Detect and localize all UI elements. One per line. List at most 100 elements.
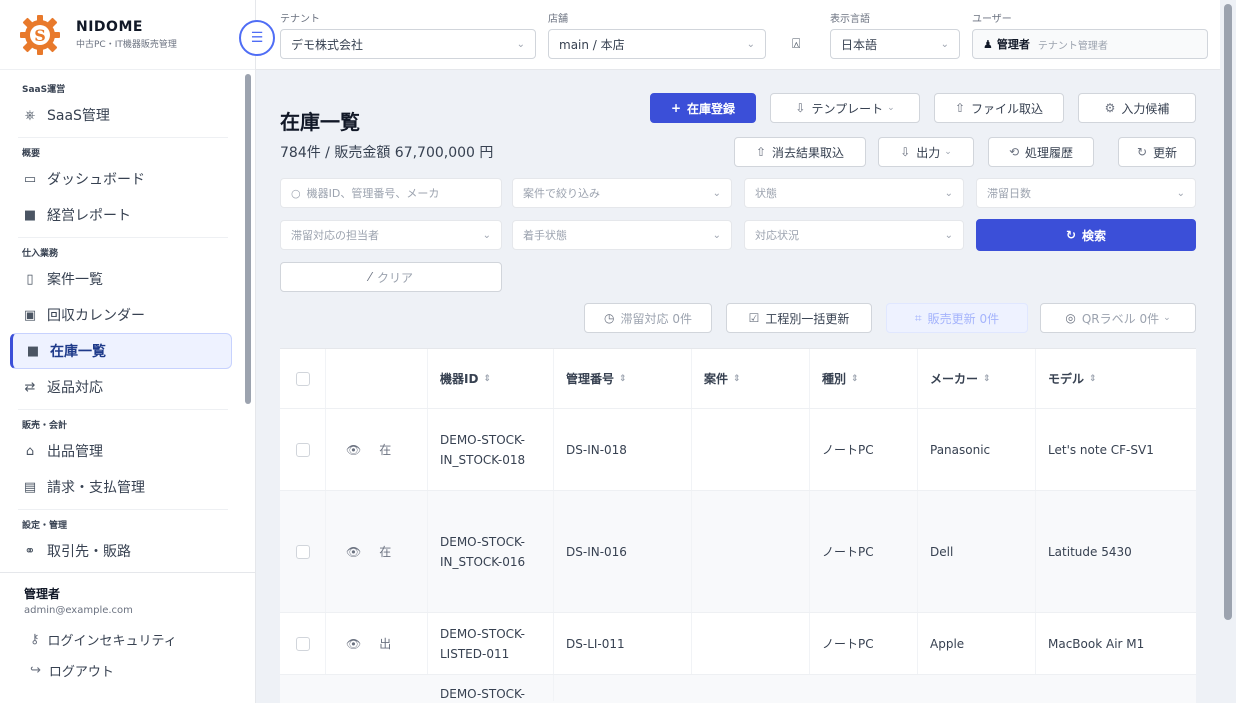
language-label: 表示言語: [830, 14, 870, 25]
nav-section-title: 概要: [22, 149, 41, 159]
column-header[interactable]: モデル ⇕: [1036, 349, 1196, 408]
row-badge[interactable]: 在: [379, 543, 391, 560]
receive-placeholder: 着手状態: [523, 229, 567, 242]
user-name: 管理者: [24, 587, 61, 601]
qr-label-button[interactable]: ◎ QRラベル 0件 ⌄: [1040, 303, 1196, 333]
language-select[interactable]: 日本語 ⌄: [830, 29, 960, 59]
input-history-button[interactable]: ⚙ 入力候補: [1078, 93, 1196, 123]
eye-icon[interactable]: 👁: [346, 637, 361, 651]
eye-icon[interactable]: 👁: [346, 443, 361, 457]
erase-import-button[interactable]: ⇧ 消去結果取込: [734, 137, 866, 167]
row-checkbox[interactable]: [295, 636, 310, 651]
sidebar-item-saas[interactable]: ⎈ SaaS管理: [10, 97, 232, 133]
case-cell: [692, 409, 810, 490]
sidebar-item-dashboard[interactable]: ▭ ダッシュボード: [10, 161, 232, 197]
gear-icon: ⚙: [1104, 101, 1116, 115]
file-import-button[interactable]: ⇧ ファイル取込: [934, 93, 1064, 123]
device-id-line: LISTED-011: [440, 646, 510, 661]
sidebar-item-listing[interactable]: ⌂ 出品管理: [10, 433, 232, 469]
bulk-update-button[interactable]: ☑ 工程別一括更新: [726, 303, 872, 333]
search-icon: ↻: [1065, 228, 1077, 242]
clear-button[interactable]: ⁄ クリア: [280, 262, 502, 292]
sidebar-collapse-button[interactable]: ☰: [239, 20, 275, 56]
sidebar-item-label: 在庫一覧: [50, 344, 106, 360]
language-value: 日本語: [841, 37, 878, 52]
template-label: テンプレート: [811, 101, 884, 116]
status-filter-select[interactable]: 状態 ⌄: [744, 178, 964, 208]
sidebar-item-cases[interactable]: ▯ 案件一覧: [10, 261, 232, 297]
receive-filter-select[interactable]: 着手状態 ⌄: [512, 220, 732, 250]
sidebar: S NIDOME 中古PC・IT機器販売管理 ☰ SaaS運営 ⎈ SaaS管理 …: [0, 0, 275, 703]
search-button[interactable]: ↻ 検索: [976, 219, 1196, 251]
table-row[interactable]: 👁 在 DEMO-STOCK- IN_STOCK-018 DS-IN-018 ノート…: [280, 409, 1196, 491]
tenant-select[interactable]: デモ株式会社 ⌄: [280, 29, 536, 59]
sidebar-scrollbar[interactable]: [245, 74, 251, 404]
chevron-down-icon: ⌄: [482, 229, 491, 241]
pending-button[interactable]: ◷ 滞留対応 0件: [584, 303, 712, 333]
store-select[interactable]: main / 本店 ⌄: [548, 29, 766, 59]
column-header-label: 種別: [822, 372, 847, 386]
eye-icon[interactable]: 👁: [346, 545, 361, 559]
page-scrollbar[interactable]: [1224, 4, 1232, 620]
row-checkbox[interactable]: [295, 442, 310, 457]
monitor-icon: ▭: [23, 171, 37, 187]
add-stock-button[interactable]: + 在庫登録: [650, 93, 756, 123]
select-all-checkbox[interactable]: [295, 371, 310, 386]
response-filter-select[interactable]: 対応状況 ⌄: [744, 220, 964, 250]
user-chip[interactable]: ♟ 管理者 テナント管理者: [972, 29, 1208, 59]
brand: S NIDOME 中古PC・IT機器販売管理 ☰: [0, 0, 275, 70]
login-security-link[interactable]: ⚷ ログインセキュリティ: [24, 630, 255, 649]
days-filter-select[interactable]: 滞留日数 ⌄: [976, 178, 1196, 208]
table-row[interactable]: DEMO-STOCK-: [280, 675, 1196, 703]
calendar-icon: ▣: [23, 307, 37, 323]
row-actions: 👁 在: [326, 491, 428, 612]
logout-link[interactable]: ↪ ログアウト: [24, 661, 255, 680]
handshake-icon: ⚭: [24, 543, 36, 559]
column-header[interactable]: 案件 ⇕: [692, 349, 810, 408]
row-badge[interactable]: 出: [379, 635, 391, 652]
sidebar-item-calendar[interactable]: ▣ 回収カレンダー: [10, 297, 232, 333]
row-select-cell: [280, 409, 326, 490]
table-row[interactable]: 👁 出 DEMO-STOCK- LISTED-011 DS-LI-011 ノートPC…: [280, 613, 1196, 675]
sales-update-button[interactable]: ⌗ 販売更新 0件: [886, 303, 1028, 333]
login-security-label: ログインセキュリティ: [47, 634, 177, 649]
row-badge[interactable]: 在: [379, 441, 391, 458]
sidebar-item-returns[interactable]: ⇄ 返品対応: [10, 369, 232, 405]
process-history-button[interactable]: ⟲ 処理履歴: [988, 137, 1094, 167]
column-header[interactable]: 機器ID ⇕: [428, 349, 554, 408]
store-field: 店舗 main / 本店 ⌄: [548, 10, 766, 59]
case-filter-select[interactable]: 案件で絞り込み ⌄: [512, 178, 732, 208]
days-placeholder: 滞留日数: [987, 187, 1031, 200]
row-select-cell: [280, 613, 326, 674]
sidebar-item-billing[interactable]: ▤ 請求・支払管理: [10, 469, 232, 505]
refresh-button[interactable]: ↻ 更新: [1118, 137, 1196, 167]
device-id-line: IN_STOCK-016: [440, 554, 526, 569]
sales-update-label: 販売更新 0件: [927, 311, 1000, 326]
chevron-down-icon: ⌄: [516, 38, 525, 50]
mgmt-no-cell: DS-IN-018: [554, 409, 692, 490]
language-field: 表示言語 日本語 ⌄: [830, 10, 960, 59]
assignee-filter-select[interactable]: 滞留対応の担当者 ⌄: [280, 220, 502, 250]
assignee-placeholder: 滞留対応の担当者: [291, 229, 379, 242]
ship-wheel-icon: ⎈: [24, 107, 36, 123]
column-header-label: 管理番号: [566, 372, 615, 386]
process-history-label: 処理履歴: [1025, 145, 1074, 160]
sidebar-item-inventory[interactable]: ■ 在庫一覧: [10, 333, 232, 369]
sidebar-item-partners[interactable]: ⚭ 取引先・販路: [10, 533, 232, 569]
row-actions: 👁 在: [326, 409, 428, 490]
column-header[interactable]: メーカー ⇕: [918, 349, 1036, 408]
export-label: 出力: [916, 145, 941, 160]
bell-icon[interactable]: ⍓: [792, 36, 800, 52]
table-row[interactable]: 👁 在 DEMO-STOCK- IN_STOCK-016 DS-IN-016 ノート…: [280, 491, 1196, 613]
column-header-label: 機器ID: [440, 372, 479, 386]
column-header[interactable]: 種別 ⇕: [810, 349, 918, 408]
chevron-down-icon: ⌄: [944, 187, 953, 199]
user-role: 管理者: [996, 38, 1030, 51]
sidebar-item-report[interactable]: ■ 経営レポート: [10, 197, 232, 233]
column-header[interactable]: 管理番号 ⇕: [554, 349, 692, 408]
chevron-down-icon: ⌄: [1163, 313, 1171, 323]
template-button[interactable]: ⇩ テンプレート ⌄: [770, 93, 920, 123]
keyword-search-input[interactable]: ○ 機器ID、管理番号、メーカ: [280, 178, 502, 208]
row-checkbox[interactable]: [295, 544, 310, 559]
export-button[interactable]: ⇩ 出力 ⌄: [878, 137, 974, 167]
